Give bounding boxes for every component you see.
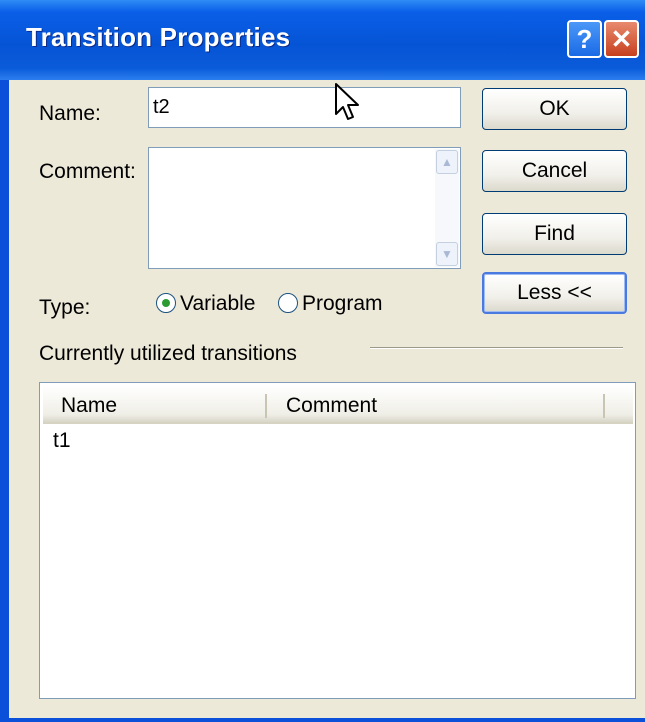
program-radio-label[interactable]: Program — [302, 292, 383, 316]
program-radio[interactable] — [278, 293, 298, 313]
list-item-name: t1 — [53, 429, 71, 452]
title-bar[interactable]: Transition Properties ? ✕ — [0, 0, 645, 80]
find-button[interactable]: Find — [482, 213, 627, 255]
transitions-group-label: Currently utilized transitions — [39, 342, 297, 365]
less-button[interactable]: Less << — [482, 272, 627, 314]
mouse-pointer-icon — [335, 83, 359, 120]
help-icon: ? — [576, 23, 593, 54]
name-label: Name: — [39, 102, 101, 125]
scroll-down-icon[interactable]: ▼ — [436, 242, 458, 266]
list-item[interactable]: t1 — [43, 427, 633, 455]
column-divider[interactable] — [603, 394, 605, 418]
comment-field[interactable]: ▲ ▼ — [148, 147, 461, 269]
cancel-button[interactable]: Cancel — [482, 150, 627, 192]
close-icon: ✕ — [610, 23, 633, 54]
close-button[interactable]: ✕ — [604, 20, 639, 58]
variable-radio[interactable] — [156, 293, 176, 313]
radio-selected-dot — [162, 299, 170, 307]
column-divider[interactable] — [265, 394, 267, 418]
type-label: Type: — [39, 296, 91, 319]
variable-radio-label[interactable]: Variable — [180, 292, 256, 316]
ok-button[interactable]: OK — [482, 88, 627, 130]
list-header: Name Comment — [43, 386, 633, 424]
transitions-list[interactable]: Name Comment t1 — [39, 382, 636, 699]
group-separator — [370, 347, 623, 349]
name-field[interactable]: t2 — [148, 87, 461, 128]
dialog-body: Name: t2 Comment: ▲ ▼ Type: Variable Pro… — [9, 80, 645, 718]
dialog-window: Transition Properties ? ✕ Name: t2 Comme… — [0, 0, 645, 722]
comment-label: Comment: — [39, 160, 136, 183]
window-title: Transition Properties — [26, 22, 291, 52]
column-header-name[interactable]: Name — [61, 394, 117, 418]
help-button[interactable]: ? — [567, 20, 602, 58]
name-field-value: t2 — [153, 96, 170, 118]
column-header-comment[interactable]: Comment — [286, 394, 377, 418]
comment-scrollbar[interactable]: ▲ ▼ — [435, 149, 459, 267]
scroll-up-icon[interactable]: ▲ — [436, 150, 458, 174]
